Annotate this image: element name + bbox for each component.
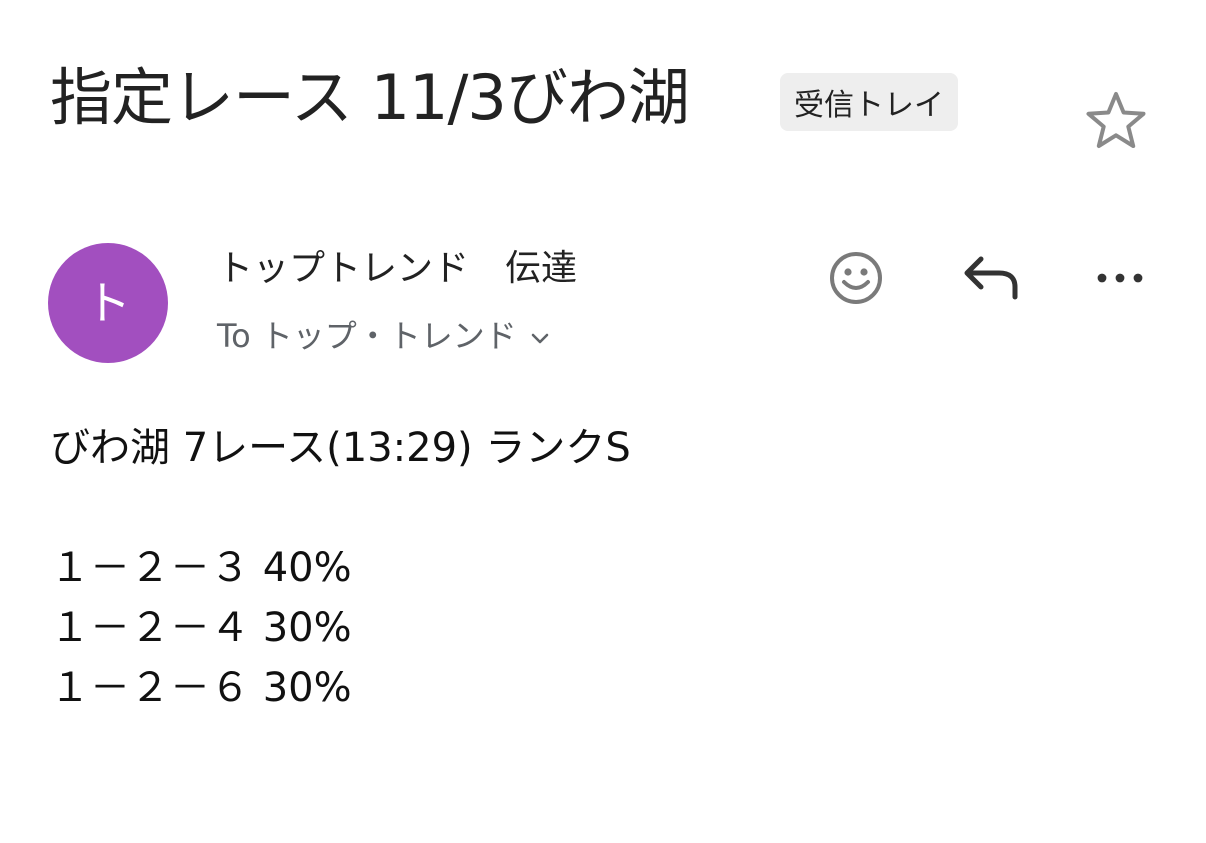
add-reaction-button[interactable] [820, 242, 892, 314]
email-body: びわ湖 7レース(13:29) ランクS １－２－３ 40% １－２－４ 30%… [50, 418, 631, 718]
reply-button[interactable] [953, 242, 1025, 314]
prediction-line: １－２－６ 30% [50, 665, 352, 711]
race-header-line: びわ湖 7レース(13:29) ランクS [50, 425, 631, 471]
reply-arrow-icon [964, 256, 1018, 300]
chevron-down-icon [531, 333, 549, 344]
more-horizontal-icon [1097, 273, 1143, 283]
star-outline-icon [1086, 92, 1146, 148]
smiley-icon [830, 252, 882, 304]
recipient-details-toggle[interactable]: To トップ・トレンド [217, 314, 551, 358]
star-button[interactable] [1081, 86, 1151, 156]
more-options-button[interactable] [1084, 242, 1156, 314]
inbox-label-chip[interactable]: 受信トレイ [780, 73, 958, 131]
sender-name[interactable]: トップトレンド 伝達 [217, 245, 577, 293]
prediction-line: １－２－４ 30% [50, 605, 352, 651]
recipient-name: トップ・トレンド [260, 317, 517, 355]
avatar-letter: ト [85, 276, 131, 330]
sender-avatar[interactable]: ト [48, 243, 168, 363]
prediction-line: １－２－３ 40% [50, 545, 352, 591]
email-subject: 指定レース 11/3びわ湖 [50, 61, 690, 134]
to-prefix: To [217, 317, 251, 355]
